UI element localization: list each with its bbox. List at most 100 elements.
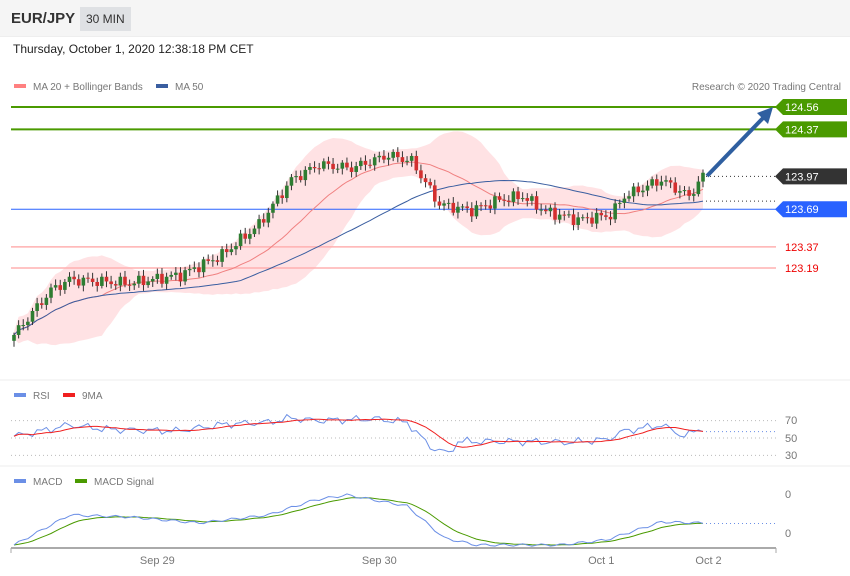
candle-body bbox=[543, 209, 548, 212]
candle-body bbox=[396, 151, 400, 158]
candle-body bbox=[178, 272, 183, 282]
candle-body bbox=[631, 186, 636, 197]
candle-body bbox=[668, 180, 673, 183]
last-label: 123.97 bbox=[785, 171, 819, 183]
candle-body bbox=[650, 179, 654, 186]
candle-body bbox=[562, 214, 567, 216]
candle-body bbox=[701, 172, 705, 182]
rsi-tick: 30 bbox=[785, 450, 797, 462]
candle-body bbox=[437, 201, 442, 206]
candle-body bbox=[109, 281, 113, 285]
candle-body bbox=[585, 217, 590, 219]
macd-legend: MACD bbox=[33, 477, 62, 488]
candle-body bbox=[580, 217, 585, 219]
candle-body bbox=[465, 206, 469, 209]
candle-body bbox=[261, 219, 266, 223]
candle-body bbox=[81, 277, 86, 286]
candle-body bbox=[405, 160, 409, 162]
candle-body bbox=[127, 284, 132, 286]
candle-body bbox=[428, 182, 432, 186]
candle-body bbox=[520, 198, 525, 200]
candle-body bbox=[664, 180, 668, 182]
candle-body bbox=[72, 276, 76, 280]
candle-body bbox=[576, 217, 580, 225]
candle-body bbox=[197, 267, 201, 273]
candle-body bbox=[419, 170, 423, 179]
candle-body bbox=[687, 190, 691, 196]
candle-body bbox=[95, 281, 100, 286]
rsi-legend-swatch bbox=[14, 393, 26, 397]
candle-body bbox=[493, 196, 497, 209]
candle-body bbox=[627, 196, 631, 199]
candle-body bbox=[174, 272, 178, 275]
candle-body bbox=[590, 217, 594, 224]
support-label: 123.19 bbox=[785, 263, 819, 275]
candle-body bbox=[76, 279, 81, 286]
candle-body bbox=[608, 216, 613, 220]
macd-signal-legend: MACD Signal bbox=[94, 477, 154, 488]
candle-body bbox=[359, 160, 363, 167]
candle-body bbox=[317, 168, 321, 170]
candle-body bbox=[123, 276, 127, 285]
pivot-label: 123.69 bbox=[785, 204, 819, 216]
candle-body bbox=[617, 202, 622, 204]
candle-body bbox=[442, 203, 446, 206]
resistance-label: 124.56 bbox=[785, 102, 819, 114]
candle-body bbox=[386, 157, 391, 160]
candle-body bbox=[252, 228, 257, 235]
candle-body bbox=[483, 205, 488, 207]
candle-body bbox=[423, 178, 428, 183]
candle-body bbox=[409, 155, 414, 161]
candle-body bbox=[39, 303, 44, 305]
candle-body bbox=[248, 234, 252, 239]
candle-body bbox=[312, 166, 317, 169]
candle-body bbox=[654, 179, 659, 186]
candle-body bbox=[331, 163, 335, 170]
candle-body bbox=[164, 276, 169, 284]
candle-body bbox=[211, 260, 215, 262]
candle-body bbox=[460, 206, 465, 208]
candle-body bbox=[516, 191, 520, 200]
candle-body bbox=[451, 202, 456, 213]
candle-body bbox=[308, 166, 312, 170]
candle-body bbox=[155, 273, 160, 279]
candle-body bbox=[534, 196, 539, 210]
x-tick-label: Oct 2 bbox=[695, 555, 721, 567]
macd-signal-line bbox=[13, 497, 704, 546]
candle-body bbox=[354, 166, 358, 172]
candle-body bbox=[12, 334, 16, 341]
candle-body bbox=[567, 214, 571, 216]
candle-body bbox=[349, 167, 354, 172]
candle-body bbox=[469, 208, 474, 217]
candle-body bbox=[502, 199, 506, 201]
candle-body bbox=[682, 190, 687, 192]
candle-body bbox=[622, 198, 627, 203]
candle-body bbox=[224, 249, 229, 253]
candle-body bbox=[229, 249, 234, 253]
candle-body bbox=[446, 202, 451, 204]
candle-body bbox=[696, 181, 701, 195]
candle-body bbox=[673, 182, 678, 193]
rsi-ma-legend: 9MA bbox=[82, 391, 103, 402]
candle-body bbox=[678, 191, 682, 193]
candle-body bbox=[479, 205, 483, 207]
bollinger-band bbox=[14, 131, 703, 346]
candle-body bbox=[289, 177, 294, 186]
candle-body bbox=[187, 268, 192, 271]
candle-body bbox=[613, 203, 617, 220]
candle-body bbox=[21, 325, 26, 327]
ma20-legend-swatch bbox=[14, 84, 26, 88]
candle-body bbox=[303, 169, 308, 181]
candle-body bbox=[511, 191, 516, 202]
candle-body bbox=[691, 194, 696, 196]
x-tick-label: Oct 1 bbox=[588, 555, 614, 567]
chart: MA 20 + Bollinger Bands MA 50 Research ©… bbox=[0, 82, 850, 567]
candle-body bbox=[432, 185, 437, 202]
target-arrow bbox=[705, 115, 766, 178]
candle-body bbox=[201, 259, 206, 273]
candle-body bbox=[377, 155, 382, 158]
candle-body bbox=[160, 273, 164, 284]
candle-body bbox=[150, 278, 155, 282]
macd-signal-legend-swatch bbox=[75, 479, 87, 483]
candle-body bbox=[146, 281, 150, 286]
